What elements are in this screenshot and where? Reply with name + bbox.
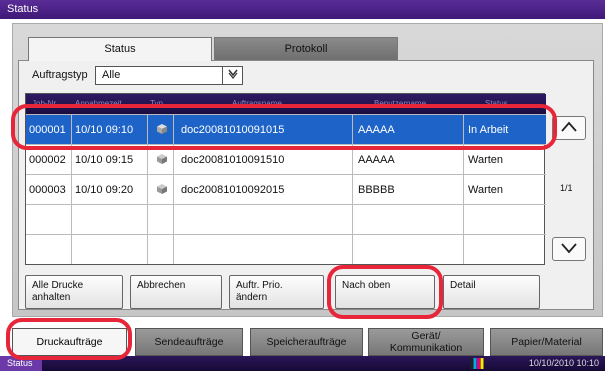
date-time: 10/10/2010 10:10 xyxy=(528,358,599,368)
user-name: BBBBB xyxy=(358,184,395,196)
received-time: 10/10 09:15 xyxy=(75,154,134,166)
device-tab-line1: Gerät/ xyxy=(411,330,441,342)
window-title: Status xyxy=(0,0,605,19)
cancel-button[interactable]: Abbrechen xyxy=(130,275,222,309)
tab-device-communication[interactable]: Gerät/ Kommunikation xyxy=(368,328,484,356)
job-number: 000003 xyxy=(29,184,66,196)
cancel-label: Abbrechen xyxy=(137,280,186,291)
printer-job-icon xyxy=(156,153,168,168)
job-name: doc20081010091510 xyxy=(181,154,285,166)
table-row xyxy=(26,234,546,264)
toner-icon xyxy=(470,358,484,369)
priority-label-line2: ändern xyxy=(236,292,268,303)
job-name: doc20081010092015 xyxy=(181,184,285,196)
chevron-down-icon xyxy=(561,243,577,254)
priority-label-line1: Auftr. Prio. xyxy=(236,280,283,291)
job-number: 000002 xyxy=(29,154,66,166)
highlight-print-tab xyxy=(6,318,132,360)
job-type-value: Alle xyxy=(102,69,121,81)
detail-label: Detail xyxy=(450,280,476,291)
change-priority-button[interactable]: Auftr. Prio. ändern xyxy=(229,275,324,309)
tab-protokoll[interactable]: Protokoll xyxy=(214,37,398,60)
page-indicator: 1/1 xyxy=(560,183,573,193)
pause-all-label-line1: Alle Drucke xyxy=(32,280,84,291)
table-row xyxy=(26,204,546,234)
tab-paper-supplies[interactable]: Papier/Material xyxy=(490,328,603,356)
highlight-selected-row xyxy=(11,104,557,150)
pause-all-button[interactable]: Alle Drucke anhalten xyxy=(25,275,123,309)
tab-send-jobs[interactable]: Sendeaufträge xyxy=(135,328,243,356)
tab-status[interactable]: Status xyxy=(28,37,212,61)
scroll-up-button[interactable] xyxy=(552,116,586,140)
device-tab-line2: Kommunikation xyxy=(389,342,463,354)
job-status: Warten xyxy=(468,184,504,196)
dropdown-arrow-icon[interactable] xyxy=(222,67,242,84)
printer-job-icon xyxy=(156,183,168,198)
job-status: Warten xyxy=(468,154,504,166)
received-time: 10/10 09:20 xyxy=(75,184,134,196)
highlight-move-up xyxy=(327,265,443,319)
job-type-select[interactable]: Alle xyxy=(95,66,243,85)
tab-storage-jobs[interactable]: Speicheraufträge xyxy=(250,328,363,356)
pause-all-label-line2: anhalten xyxy=(32,292,71,303)
chevron-up-icon xyxy=(561,121,577,132)
detail-button[interactable]: Detail xyxy=(443,275,540,309)
user-name: AAAAA xyxy=(358,154,395,166)
job-type-label: Auftragstyp xyxy=(32,69,88,81)
scroll-down-button[interactable] xyxy=(552,237,586,261)
table-row[interactable]: 000003 10/10 09:20 doc20081010092015 BBB… xyxy=(26,174,546,204)
